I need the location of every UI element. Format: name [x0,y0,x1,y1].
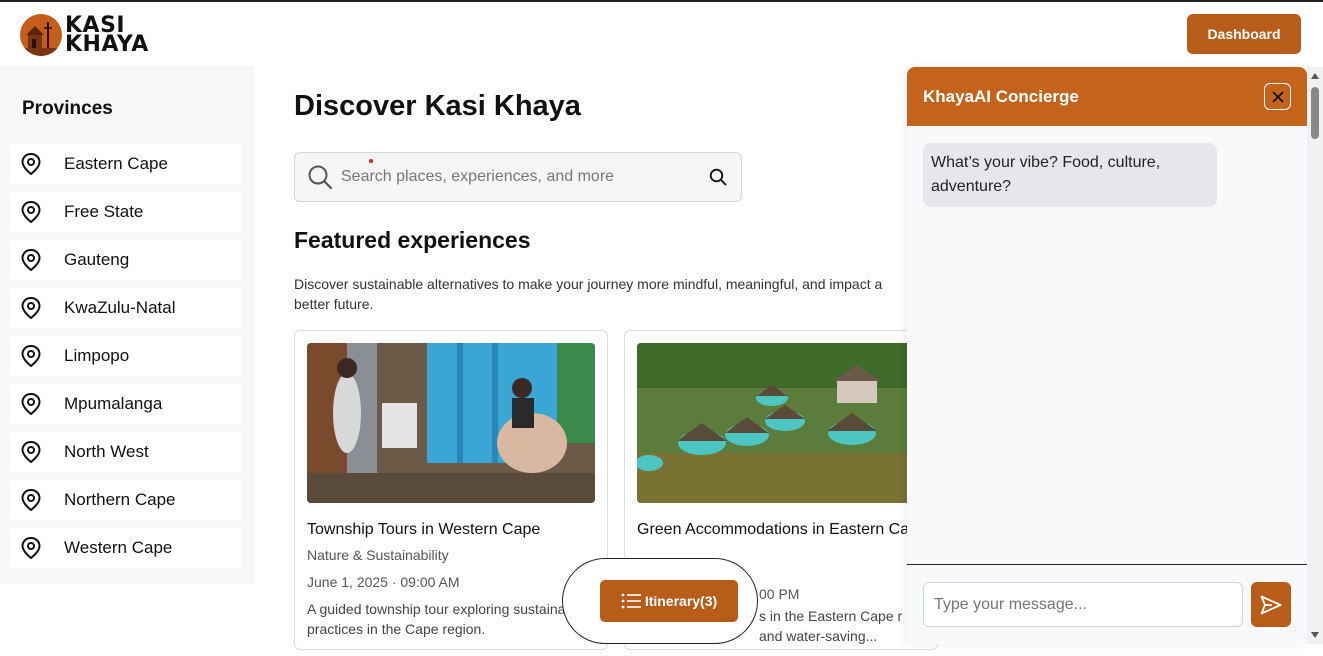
map-pin-icon [20,297,42,319]
search-bar[interactable]: Search places, experiences, and more [294,152,742,202]
card-date: June 1, 2025 · 09:00 AM [307,574,460,590]
section-title: Featured experiences [294,227,531,253]
card-category: Nature & Sustainability [307,547,449,563]
scroll-down-arrow-icon[interactable] [1311,632,1319,638]
sidebar-item-label: KwaZulu-Natal [64,298,176,317]
map-pin-icon [20,153,42,175]
card-date: 00 PM [759,586,800,602]
kasi-khaya-logo[interactable]: KASI KHAYA [20,14,149,56]
card-image-rondavels [637,343,925,503]
sidebar-item-mpumalanga[interactable]: Mpumalanga [10,384,242,424]
sidebar-item-eastern-cape[interactable]: Eastern Cape [10,144,242,184]
close-icon [1271,90,1284,103]
map-pin-icon [20,345,42,367]
sidebar-item-label: Gauteng [64,250,130,269]
assistant-message: What’s your vibe? Food, culture, adventu… [923,143,1217,207]
search-icon [308,165,333,190]
card-title[interactable]: Green Accommodations in Eastern Cape [637,518,927,542]
province-list: Eastern Cape Free State Gauteng KwaZulu-… [10,144,242,576]
chat-title: KhayaAI Concierge [923,86,1079,106]
sidebar-item-label: Mpumalanga [64,394,163,413]
map-pin-icon [20,537,42,559]
itinerary-label: Itinerary(3) [644,593,718,609]
scroll-up-arrow-icon[interactable] [1311,73,1319,79]
top-header: KASI KHAYA Dashboard [0,2,1323,66]
provinces-sidebar: Provinces Eastern Cape Free State Gauten… [0,66,254,584]
sidebar-item-label: Free State [64,202,144,221]
chat-header: KhayaAI Concierge [907,67,1307,126]
card-description: s in the Eastern Cape r and water-saving… [759,608,903,644]
scrollbar-thumb[interactable] [1311,87,1319,139]
sidebar-item-label: Eastern Cape [64,154,168,173]
sidebar-item-western-cape[interactable]: Western Cape [10,528,242,568]
chat-footer [907,564,1307,644]
itinerary-pill: Itinerary(3) [562,558,758,644]
sidebar-item-northern-cape[interactable]: Northern Cape [10,480,242,520]
sidebar-item-label: Western Cape [64,538,173,557]
sidebar-item-label: Northern Cape [64,490,176,509]
logo-text-line2: KHAYA [65,32,149,57]
logo-house-icon [20,14,62,56]
list-icon [621,593,641,609]
search-input[interactable]: Search places, experiences, and more [341,168,709,186]
itinerary-button[interactable]: Itinerary(3) [600,580,738,622]
search-submit-icon[interactable] [709,168,727,186]
map-pin-icon [20,201,42,223]
sidebar-item-kwazulu-natal[interactable]: KwaZulu-Natal [10,288,242,328]
sidebar-item-limpopo[interactable]: Limpopo [10,336,242,376]
sidebar-item-gauteng[interactable]: Gauteng [10,240,242,280]
sidebar-item-label: North West [64,442,149,461]
page-scrollbar[interactable] [1307,67,1323,644]
send-icon [1260,595,1282,614]
card-title[interactable]: Township Tours in Western Cape [307,518,597,542]
experience-card-township-tours[interactable]: Township Tours in Western Cape Nature & … [294,330,608,650]
page-title: Discover Kasi Khaya [294,90,581,122]
map-pin-icon [20,489,42,511]
send-message-button[interactable] [1251,582,1291,627]
map-pin-icon [20,441,42,463]
sidebar-item-label: Limpopo [64,346,130,365]
chat-message-input[interactable] [923,582,1243,627]
map-pin-icon [20,249,42,271]
card-description: A guided township tour exploring sustain… [307,601,585,637]
sidebar-title: Provinces [22,98,113,119]
dashboard-button[interactable]: Dashboard [1187,14,1301,54]
section-description: Discover sustainable alternatives to mak… [294,276,883,312]
card-image-township [307,343,595,503]
map-pin-icon [20,393,42,415]
sidebar-item-free-state[interactable]: Free State [10,192,242,232]
concierge-chat-panel: KhayaAI Concierge What’s your vibe? Food… [907,67,1307,644]
sidebar-item-north-west[interactable]: North West [10,432,242,472]
cursor-dot [369,159,373,163]
close-chat-button[interactable] [1264,83,1291,110]
